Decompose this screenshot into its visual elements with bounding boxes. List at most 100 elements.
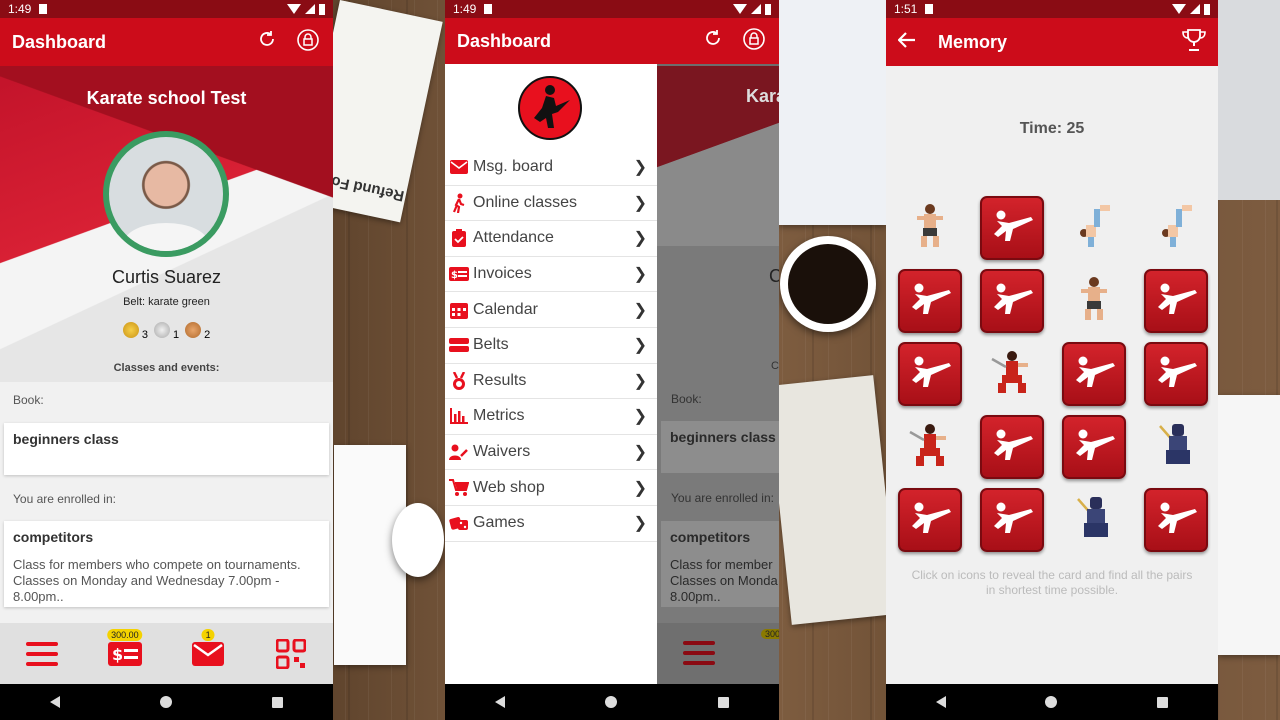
school-title: Karate school Test [86,88,247,108]
memory-card-fighter-stance[interactable] [898,196,962,260]
qr-button[interactable] [273,636,309,672]
app-bar: Dashboard [0,18,333,66]
app-bar: Memory [886,18,1218,66]
invoices-button[interactable]: 300.00 $ [107,628,143,672]
menu-item-online-classes[interactable]: Online classes ❯ [445,186,657,222]
memory-card-hidden[interactable] [1144,269,1208,333]
memory-card-sword-fighter[interactable] [898,415,962,479]
memory-card-hidden[interactable] [980,269,1044,333]
medal-icon [449,371,469,391]
signal-icon [751,4,761,14]
memory-card-hidden[interactable] [898,342,962,406]
menu-item-metrics[interactable]: Metrics ❯ [445,399,657,435]
status-time: 1:49 [453,2,477,16]
enrolled-class-desc: Class for members who compete on tournam… [13,557,301,604]
status-bar: 1:49 [445,0,779,18]
envelope-icon [449,157,469,177]
back-icon[interactable] [495,696,506,708]
sword-fighter-icon [908,422,952,473]
menu-item-label: Msg. board [473,158,554,176]
memory-card-fighter-stance[interactable] [1062,269,1126,333]
book-class-title: beginners class [13,431,119,447]
karate-kick-icon [989,428,1035,467]
messages-button[interactable]: 1 [190,628,226,672]
memory-card-sword-fighter[interactable] [980,342,1044,406]
medal-counts: 3 1 2 [0,322,333,341]
memory-card-fighter-kick[interactable] [1144,196,1208,260]
dim-enrolled-label: You are enrolled in: [671,491,774,505]
trophy-icon[interactable] [1182,28,1206,56]
menu-button[interactable] [24,636,60,672]
memory-card-hidden[interactable] [1144,342,1208,406]
memory-card-kendo-fighter[interactable] [1144,415,1208,479]
chevron-right-icon: ❯ [633,337,647,355]
status-bar: 1:49 [0,0,333,18]
battery-icon [1204,3,1210,15]
memory-card-hidden[interactable] [898,488,962,552]
refresh-icon[interactable] [701,26,725,57]
dimmed-dashboard[interactable]: Kara C C Book: beginners class You are e… [657,66,779,684]
lock-rotate-icon[interactable] [741,26,767,57]
page-title: Memory [938,31,1008,52]
memory-card-fighter-kick[interactable] [1062,196,1126,260]
book-class-card[interactable]: beginners class [4,423,329,475]
refresh-icon[interactable] [255,27,279,58]
enrolled-class-card[interactable]: competitors Class for members who compet… [4,521,329,607]
menu-item-label: Online classes [473,193,578,211]
menu-item-web-shop[interactable]: Web shop ❯ [445,470,657,506]
chart-paper [1218,395,1280,655]
home-icon[interactable] [160,696,172,708]
memory-card-kendo-fighter[interactable] [1062,488,1126,552]
menu-item-results[interactable]: Results ❯ [445,364,657,400]
memory-card-hidden[interactable] [1062,342,1126,406]
menu-item-invoices[interactable]: $ Invoices ❯ [445,257,657,293]
memory-card-hidden[interactable] [980,196,1044,260]
menu-item-label: Metrics [473,407,525,425]
chevron-right-icon: ❯ [633,266,647,284]
memory-card-hidden[interactable] [980,488,1044,552]
karate-kick-icon [907,501,953,540]
back-icon[interactable] [50,696,60,708]
menu-item-msg-board[interactable]: Msg. board ❯ [445,150,657,186]
fighter-kick-icon [1156,203,1196,254]
memory-game-screen: 1:51 Memory Time: 25 Click on icons to r… [886,0,1218,720]
recents-icon[interactable] [1157,696,1169,708]
home-icon[interactable] [1045,696,1058,708]
drawer-menu: Msg. board ❯ Online classes ❯ Attendance… [445,150,657,542]
menu-item-label: Invoices [473,265,532,283]
lock-rotate-icon[interactable] [295,27,321,58]
memory-card-hidden[interactable] [1144,488,1208,552]
dim-invoice-badge: 300 [761,629,779,639]
menu-item-belts[interactable]: Belts ❯ [445,328,657,364]
school-logo [518,76,582,140]
recents-icon[interactable] [717,696,729,708]
menu-item-label: Attendance [473,229,554,247]
walking-icon [449,193,469,213]
memory-card-hidden[interactable] [980,415,1044,479]
coffee-cup [780,236,876,332]
menu-item-calendar[interactable]: Calendar ❯ [445,292,657,328]
system-nav-bar [445,684,779,720]
menu-item-attendance[interactable]: Attendance ❯ [445,221,657,257]
wifi-icon [1172,4,1186,14]
book-label: Book: [13,393,44,407]
memory-card-hidden[interactable] [1062,415,1126,479]
profile-header: Karate school Test Curtis Suarez Belt: k… [0,66,333,382]
sim-icon [484,4,493,14]
fighter-kick-icon [1074,203,1114,254]
back-icon[interactable] [935,696,946,708]
recents-icon[interactable] [272,696,283,708]
dim-book-label: Book: [671,392,702,406]
member-name: Curtis Suarez [111,267,222,287]
back-arrow-icon[interactable] [897,31,916,53]
home-icon[interactable] [605,696,618,708]
menu-item-waivers[interactable]: Waivers ❯ [445,435,657,471]
menu-item-games[interactable]: Games ❯ [445,506,657,542]
karate-kick-icon [989,501,1035,540]
memory-card-hidden[interactable] [898,269,962,333]
sim-icon [39,4,48,14]
bottom-bar: 300.00 $ 1 [0,623,333,684]
kendo-fighter-icon [1156,422,1196,473]
chevron-right-icon: ❯ [633,444,647,462]
svg-text:$: $ [451,270,458,281]
